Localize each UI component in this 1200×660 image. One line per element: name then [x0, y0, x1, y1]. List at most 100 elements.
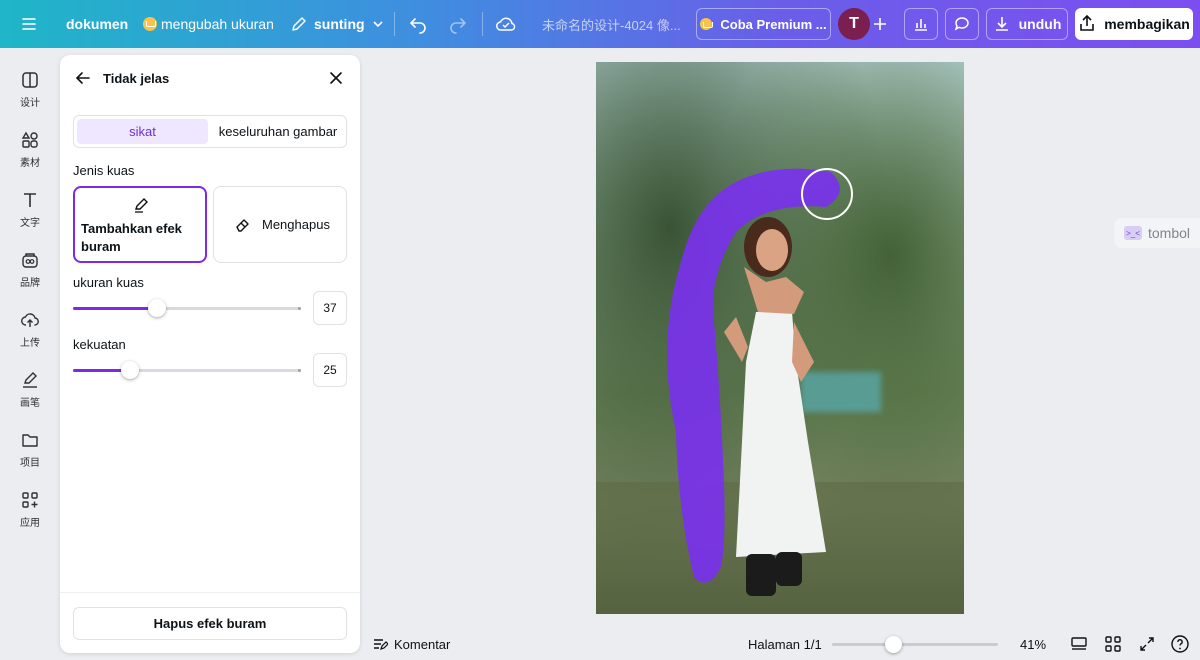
comments-button[interactable]: Komentar [372, 628, 450, 660]
back-arrow-icon[interactable] [75, 70, 91, 86]
tab-brush[interactable]: sikat [77, 119, 208, 144]
add-blur-brush-option[interactable]: Tambahkan efek buram [73, 186, 207, 263]
brush-size-slider[interactable] [73, 298, 301, 318]
premium-label: Coba Premium ... [720, 16, 827, 32]
file-menu[interactable]: dokumen [66, 0, 128, 48]
upload-cloud-icon [21, 313, 39, 327]
comment-button[interactable] [945, 8, 979, 40]
plus-icon [874, 18, 886, 30]
crown-icon [143, 17, 157, 31]
brand-icon [22, 253, 38, 268]
page-indicator[interactable]: Halaman 1/1 [748, 628, 822, 660]
rail-item-upload[interactable]: 上传 [0, 306, 60, 362]
rail-label: 文字 [20, 218, 40, 229]
brush-type-label: Jenis kuas [73, 163, 135, 178]
layout-icon [22, 72, 38, 88]
zoom-slider-handle[interactable] [885, 636, 902, 653]
cloud-save-button[interactable] [495, 0, 517, 48]
edit-label: sunting [314, 16, 365, 32]
hamburger-icon [22, 18, 36, 30]
download-label: unduh [1018, 16, 1062, 32]
brush-size-value[interactable]: 37 [313, 291, 347, 325]
premium-button[interactable]: Coba Premium ... [696, 8, 831, 40]
text-icon [24, 193, 36, 207]
brush-size-slider-handle[interactable] [148, 299, 166, 317]
edit-menu[interactable]: sunting [290, 0, 385, 48]
panel-header: Tidak jelas [60, 55, 360, 101]
file-label: dokumen [66, 16, 129, 32]
page-label: Halaman 1/1 [748, 636, 822, 652]
crown-icon [700, 18, 714, 30]
fullscreen-button[interactable] [1138, 628, 1156, 660]
rail-label: 应用 [20, 518, 40, 529]
strength-value[interactable]: 25 [313, 353, 347, 387]
rail-label: 上传 [20, 338, 40, 349]
brush-size-label: ukuran kuas [73, 275, 144, 290]
strength-label: kekuatan [73, 337, 126, 352]
close-icon[interactable] [329, 71, 343, 85]
comments-label: Komentar [394, 636, 451, 652]
rail-item-design[interactable]: 设计 [0, 66, 60, 122]
remove-blur-button[interactable]: Hapus efek buram [73, 607, 347, 640]
doc-title[interactable]: 未命名的设计-4024 像... [542, 0, 681, 48]
apps-icon [22, 492, 38, 508]
share-icon [1080, 15, 1095, 31]
rail-item-projects[interactable]: 项目 [0, 426, 60, 482]
rail-item-brand[interactable]: 品牌 [0, 246, 60, 302]
download-button[interactable]: unduh [986, 8, 1068, 40]
menu-button[interactable] [20, 0, 38, 48]
shapes-icon [21, 131, 38, 148]
erase-label: Menghapus [262, 216, 330, 232]
erase-brush-option[interactable]: Menghapus [213, 186, 347, 263]
rail-label: 画笔 [20, 398, 40, 409]
help-icon [1171, 635, 1189, 653]
rail-label: 设计 [20, 98, 40, 109]
top-bar: dokumen mengubah ukuran sunting 未命名的设计-4… [0, 0, 1200, 48]
rail-item-elements[interactable]: 素材 [0, 126, 60, 182]
eraser-icon [236, 219, 249, 232]
rail-label: 素材 [20, 158, 40, 169]
grid-view-button[interactable] [1104, 628, 1122, 660]
pages-view-button[interactable] [1070, 628, 1088, 660]
design-canvas[interactable] [596, 62, 964, 614]
pencil-icon [292, 17, 306, 31]
brush-icon [135, 198, 148, 213]
rail-item-apps[interactable]: 应用 [0, 486, 60, 542]
download-icon [995, 17, 1008, 31]
chevron-down-icon [372, 21, 383, 28]
strength-slider[interactable] [73, 360, 301, 380]
blur-mode-toggle: sikat keseluruhan gambar [73, 115, 347, 148]
blur-panel: Tidak jelas sikat keseluruhan gambar Jen… [60, 55, 360, 653]
rail-item-text[interactable]: 文字 [0, 186, 60, 242]
avatar-letter: T [849, 15, 859, 32]
rail-label: 项目 [20, 458, 40, 469]
notes-icon [374, 639, 388, 650]
left-rail: 设计 素材 文字 品牌 上传 画笔 项目 应用 [0, 48, 60, 660]
zoom-slider[interactable] [832, 643, 998, 646]
undo-icon [409, 18, 426, 34]
pages-icon [1071, 637, 1087, 650]
folder-icon [22, 434, 38, 447]
grid-icon [1105, 636, 1121, 652]
resize-label: mengubah ukuran [161, 16, 274, 32]
speech-bubble-icon [954, 17, 969, 31]
add-member-button[interactable] [872, 0, 888, 48]
side-button-label: tombol [1148, 225, 1191, 241]
avatar[interactable]: T [838, 8, 870, 40]
undo-button[interactable] [408, 0, 428, 48]
redo-button[interactable] [448, 0, 468, 48]
expand-icon [1140, 637, 1154, 651]
strength-slider-handle[interactable] [121, 361, 139, 379]
tab-whole-image[interactable]: keseluruhan gambar [212, 119, 344, 144]
help-button[interactable] [1170, 628, 1190, 660]
share-label: membagikan [1104, 16, 1190, 32]
resize-button[interactable]: mengubah ukuran [143, 0, 274, 48]
photo [596, 62, 964, 614]
insights-button[interactable] [904, 8, 938, 40]
rail-item-draw[interactable]: 画笔 [0, 366, 60, 422]
zoom-level[interactable]: 41% [1020, 628, 1046, 660]
rail-label: 品牌 [20, 278, 40, 289]
side-button[interactable]: >_< tombol [1114, 218, 1200, 248]
bottom-bar: Komentar Halaman 1/1 41% [360, 628, 1200, 660]
share-button[interactable]: membagikan [1075, 8, 1193, 40]
